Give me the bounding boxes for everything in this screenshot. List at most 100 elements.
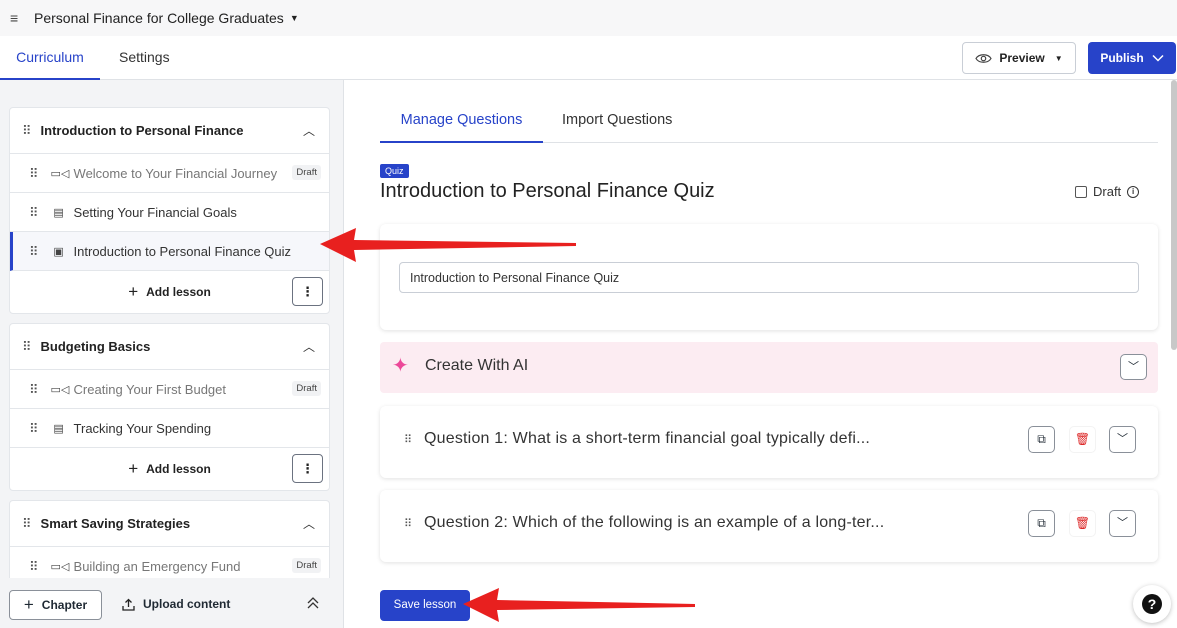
video-icon: ▭◁ <box>50 383 70 396</box>
quiz-title-input[interactable] <box>399 262 1139 293</box>
plus-icon: + <box>128 282 139 301</box>
drag-handle-icon[interactable]: ⠿ <box>22 340 31 353</box>
upload-icon <box>122 598 135 611</box>
more-options-icon[interactable]: ⋮ <box>292 454 323 483</box>
course-title: Personal Finance for College Graduates <box>34 10 284 26</box>
chapter-title: Introduction to Personal Finance <box>40 123 244 138</box>
plus-icon: + <box>128 459 139 478</box>
lesson-item[interactable]: ⠿ ▭◁ Creating Your First Budget Draft <box>10 370 329 409</box>
title-card <box>380 224 1158 330</box>
publish-label: Publish <box>1100 51 1144 65</box>
draft-checkbox[interactable]: Draft i <box>1075 184 1140 199</box>
drag-handle-icon[interactable]: ⠿ <box>404 433 412 446</box>
chapter-header[interactable]: ⠿ Budgeting Basics ︿ <box>10 324 329 370</box>
drag-handle-icon[interactable]: ⠿ <box>29 206 38 219</box>
lesson-title: Tracking Your Spending <box>73 420 212 436</box>
duplicate-icon[interactable]: ⧉ <box>1028 426 1055 453</box>
duplicate-icon[interactable]: ⧉ <box>1028 510 1055 537</box>
tab-import-questions[interactable]: Import Questions <box>562 102 672 143</box>
chevron-up-icon[interactable]: ︿ <box>303 515 315 532</box>
lesson-title: Building an Emergency Fund <box>73 558 241 574</box>
publish-button[interactable]: Publish <box>1088 42 1176 74</box>
add-chapter-label: Chapter <box>41 598 88 612</box>
lesson-title: Introduction to Personal Finance Quiz <box>73 243 292 259</box>
drag-handle-icon[interactable]: ⠿ <box>22 124 31 137</box>
upload-content-label: Upload content <box>143 597 231 611</box>
video-icon: ▭◁ <box>50 560 70 573</box>
save-lesson-button[interactable]: Save lesson <box>380 590 470 621</box>
chevron-down-icon[interactable]: ﹀ <box>1109 426 1136 453</box>
chapter-title: Budgeting Basics <box>40 339 151 354</box>
chapter-header[interactable]: ⠿ Smart Saving Strategies ︿ <box>10 501 329 547</box>
scrollbar[interactable] <box>1171 80 1177 350</box>
trash-icon[interactable]: 🗑 <box>1069 510 1096 537</box>
tab-manage-questions[interactable]: Manage Questions <box>380 102 543 143</box>
lesson-item[interactable]: ⠿ ▤ Setting Your Financial Goals <box>10 193 329 232</box>
collapse-all-icon[interactable] <box>306 596 320 610</box>
chapter-card: ⠿ Introduction to Personal Finance ︿ ⠿ ▭… <box>9 107 330 314</box>
document-icon: ▤ <box>53 206 64 219</box>
add-lesson-row: + Add lesson ⋮ <box>10 271 329 313</box>
document-icon: ▤ <box>53 422 64 435</box>
chevron-up-icon[interactable]: ︿ <box>303 338 315 355</box>
drag-handle-icon[interactable]: ⠿ <box>22 517 31 530</box>
tab-settings[interactable]: Settings <box>119 36 170 80</box>
lesson-item-active[interactable]: ⠿ ▣ Introduction to Personal Finance Qui… <box>10 232 329 271</box>
chapter-title: Smart Saving Strategies <box>40 516 191 531</box>
quiz-icon: ▣ <box>53 245 64 258</box>
curriculum-sidebar: ⠿ Introduction to Personal Finance ︿ ⠿ ▭… <box>0 80 344 628</box>
question-card[interactable]: ⠿ Question 2: Which of the following is … <box>380 490 1158 562</box>
question-card[interactable]: ⠿ Question 1: What is a short-term finan… <box>380 406 1158 478</box>
chapter-header[interactable]: ⠿ Introduction to Personal Finance ︿ <box>10 108 329 154</box>
info-icon[interactable]: i <box>1127 185 1140 198</box>
question-text: Question 2: Which of the following is an… <box>424 514 885 531</box>
video-icon: ▭◁ <box>50 167 70 180</box>
quiz-badge: Quiz <box>380 164 409 178</box>
chevron-up-icon[interactable]: ︿ <box>303 122 315 139</box>
chevron-down-icon[interactable]: ﹀ <box>1109 510 1136 537</box>
lesson-title: Setting Your Financial Goals <box>73 204 237 220</box>
add-lesson-button[interactable]: Add lesson <box>146 462 211 476</box>
tab-curriculum[interactable]: Curriculum <box>0 36 100 80</box>
preview-button[interactable]: Preview ▼ <box>962 42 1076 74</box>
lesson-title: Creating Your First Budget <box>73 381 227 397</box>
drag-handle-icon[interactable]: ⠿ <box>404 517 412 530</box>
trash-icon[interactable]: 🗑 <box>1069 426 1096 453</box>
preview-label: Preview <box>999 51 1045 65</box>
add-lesson-button[interactable]: Add lesson <box>146 285 211 299</box>
hamburger-menu-icon[interactable]: ≡ <box>10 10 34 26</box>
create-with-ai-label: Create With AI <box>425 357 529 374</box>
sparkle-icon: ✦ <box>392 355 409 377</box>
add-lesson-row: + Add lesson ⋮ <box>10 448 329 490</box>
lesson-item[interactable]: ⠿ ▭◁ Welcome to Your Financial Journey D… <box>10 154 329 193</box>
chevron-down-icon <box>1152 54 1164 62</box>
draft-badge: Draft <box>292 165 321 180</box>
draft-badge: Draft <box>292 381 321 396</box>
drag-handle-icon[interactable]: ⠿ <box>29 422 38 435</box>
upload-content-button[interactable]: Upload content <box>122 597 230 611</box>
lesson-item[interactable]: ⠿ ▤ Tracking Your Spending <box>10 409 329 448</box>
create-with-ai-panel[interactable]: ✦ Create With AI ﹀ <box>380 342 1158 393</box>
sidebar-footer: + Chapter Upload content <box>0 578 343 628</box>
drag-handle-icon[interactable]: ⠿ <box>29 167 38 180</box>
chapter-card: ⠿ Budgeting Basics ︿ ⠿ ▭◁ Creating Your … <box>9 323 330 491</box>
question-tabs: Manage Questions Import Questions <box>380 102 1158 143</box>
help-button[interactable]: ? <box>1133 585 1171 623</box>
top-bar: ≡ Personal Finance for College Graduates… <box>0 0 1177 36</box>
checkbox-icon[interactable] <box>1075 185 1087 198</box>
caret-down-icon: ▼ <box>1054 53 1063 63</box>
drag-handle-icon[interactable]: ⠿ <box>29 245 38 258</box>
drag-handle-icon[interactable]: ⠿ <box>29 383 38 396</box>
eye-icon <box>975 53 993 63</box>
tab-row: Curriculum Settings Preview ▼ Publish <box>0 36 1177 80</box>
course-selector[interactable]: Personal Finance for College Graduates ▼ <box>34 10 299 26</box>
question-text: Question 1: What is a short-term financi… <box>424 430 871 447</box>
draft-badge: Draft <box>292 558 321 573</box>
chevron-down-icon[interactable]: ﹀ <box>1120 354 1147 380</box>
add-chapter-button[interactable]: + Chapter <box>9 590 102 620</box>
more-options-icon[interactable]: ⋮ <box>292 277 323 306</box>
caret-down-icon: ▼ <box>289 13 299 23</box>
chapter-card: ⠿ Smart Saving Strategies ︿ ⠿ ▭◁ Buildin… <box>9 500 330 587</box>
lesson-title: Welcome to Your Financial Journey <box>73 165 278 181</box>
drag-handle-icon[interactable]: ⠿ <box>29 560 38 573</box>
